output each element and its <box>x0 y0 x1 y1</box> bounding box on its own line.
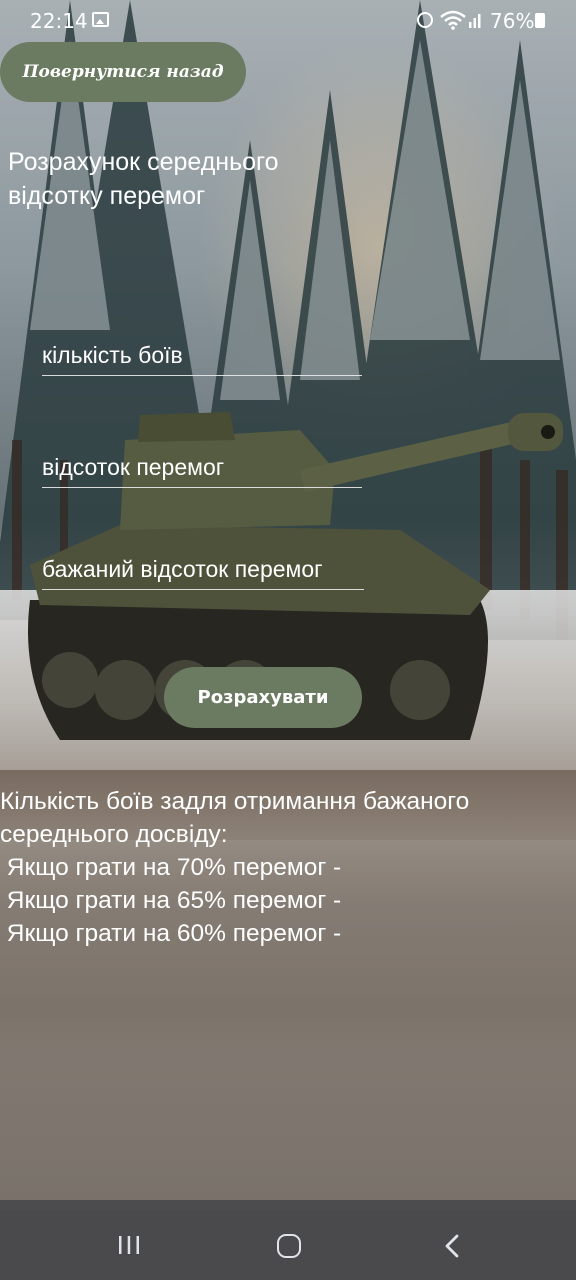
battery-percentage: 76% <box>490 9 535 33</box>
battles-count-field[interactable] <box>42 335 362 376</box>
page-title: Розрахунок середнього відсотку перемог <box>8 148 279 210</box>
status-bar: 22:14 76% <box>0 0 576 42</box>
back-icon[interactable] <box>443 1234 461 1258</box>
result-line-60: Якщо грати на 60% перемог - <box>0 920 342 947</box>
gallery-icon <box>92 12 109 27</box>
winrate-input[interactable] <box>42 447 362 488</box>
navigation-bar <box>0 1200 576 1280</box>
wifi-icon <box>440 10 466 30</box>
battery-icon <box>535 13 545 28</box>
battles-count-input[interactable] <box>42 335 362 376</box>
status-time: 22:14 <box>30 9 88 33</box>
winrate-field[interactable] <box>42 447 362 488</box>
result-heading-line1: Кількість боїв задля отримання бажаного <box>0 788 470 815</box>
calculate-button[interactable]: Розрахувати <box>164 667 362 728</box>
desired-winrate-field[interactable] <box>42 549 364 590</box>
result-line-65: Якщо грати на 65% перемог - <box>0 887 342 914</box>
result-heading-line2: середнього досвіду: <box>0 821 228 848</box>
back-button[interactable]: Повернутися назад <box>0 42 246 102</box>
home-icon[interactable] <box>277 1234 301 1258</box>
recent-apps-icon[interactable] <box>117 1235 141 1255</box>
result-block: Кількість боїв задля отримання бажаного … <box>0 785 576 950</box>
desired-winrate-input[interactable] <box>42 549 364 590</box>
signal-icon <box>469 14 481 28</box>
alarm-icon <box>417 12 433 28</box>
result-line-70: Якщо грати на 70% перемог - <box>0 854 342 881</box>
